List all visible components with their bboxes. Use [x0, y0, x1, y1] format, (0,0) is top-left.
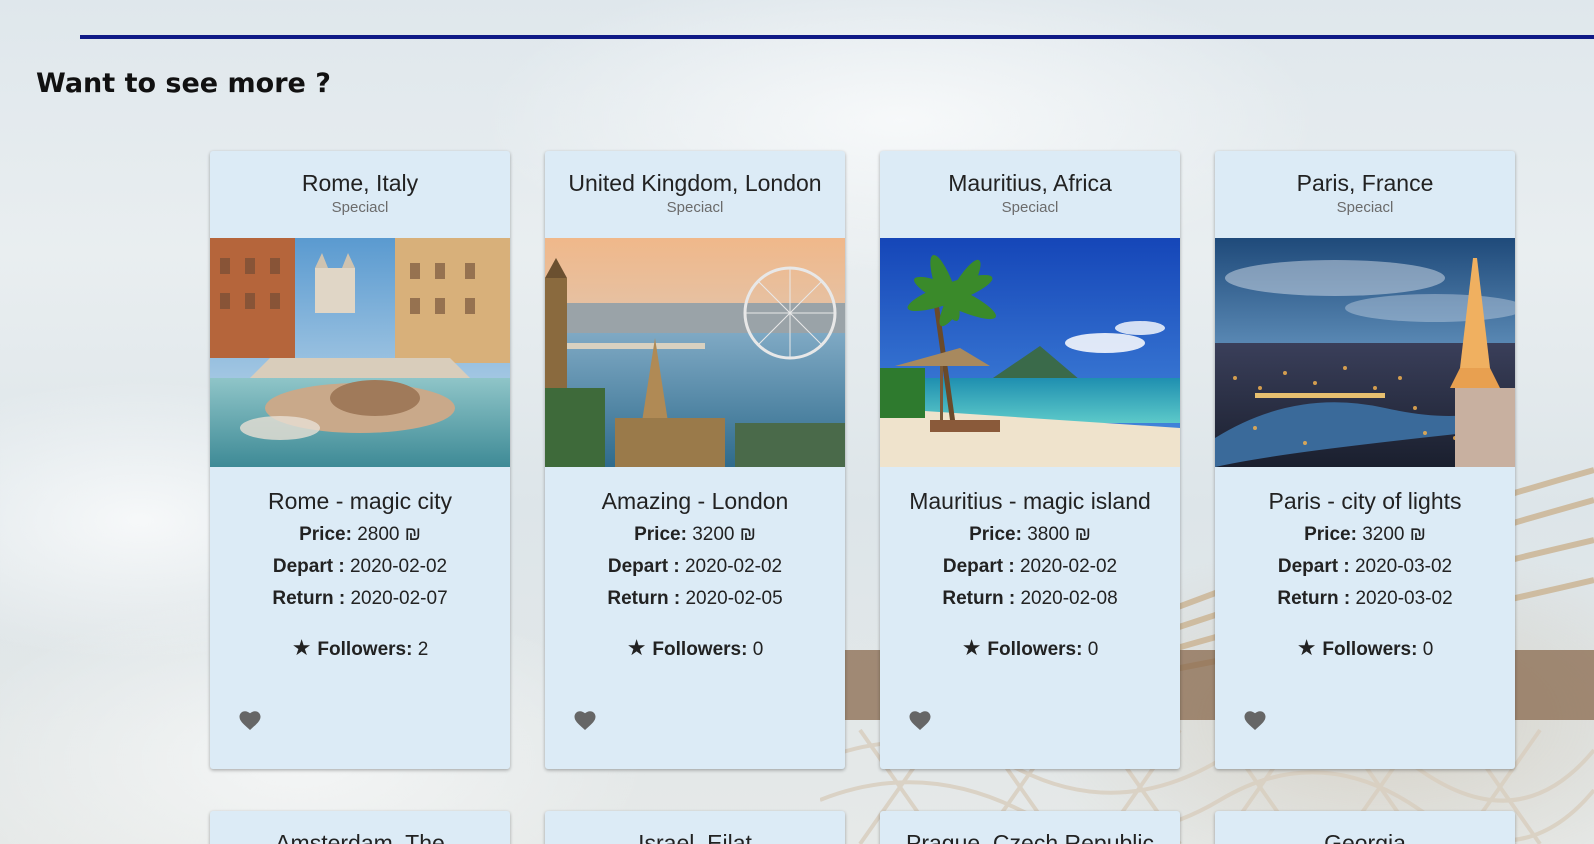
- followers-line: ★ Followers: 0: [880, 633, 1180, 665]
- card-subtitle: Speciacl: [331, 199, 389, 216]
- price-line: Price: 3800 ₪: [880, 519, 1180, 551]
- price-line: Price: 3200 ₪: [545, 519, 845, 551]
- depart-line: Depart : 2020-03-02: [1215, 551, 1515, 583]
- depart-label: Depart :: [942, 556, 1015, 577]
- return-value: 2020-02-08: [1020, 588, 1118, 609]
- card-header: Rome, Italy Speciacl: [210, 151, 510, 238]
- trip-name: Amazing - London: [601, 488, 789, 514]
- price-label: Price:: [634, 524, 687, 545]
- card-title: Rome, Italy: [301, 170, 419, 196]
- depart-value: 2020-02-02: [684, 556, 783, 577]
- depart-line: Depart : 2020-02-02: [210, 551, 510, 583]
- card-title: Prague, Czech Republic: [905, 830, 1155, 844]
- followers-count: 0: [1422, 639, 1434, 660]
- depart-line: Depart : 2020-02-02: [545, 551, 845, 583]
- followers-label: Followers:: [652, 639, 748, 660]
- heart-icon[interactable]: [908, 709, 932, 731]
- vacation-card: United Kingdom, London Speciacl Amazing …: [545, 151, 845, 769]
- price-value: 3800 ₪: [1027, 524, 1091, 545]
- followers-line: ★ Followers: 0: [545, 633, 845, 665]
- star-icon: ★: [1296, 635, 1317, 660]
- trip-name: Mauritius - magic island: [909, 488, 1151, 514]
- return-line: Return : 2020-02-08: [880, 583, 1180, 615]
- card-body: Amazing - London Price: 3200 ₪ Depart : …: [545, 467, 845, 665]
- card-body: Paris - city of lights Price: 3200 ₪ Dep…: [1215, 467, 1515, 665]
- card-title: Georgia: [1324, 830, 1406, 844]
- price-value: 2800 ₪: [357, 524, 421, 545]
- return-line: Return : 2020-02-05: [545, 583, 845, 615]
- card-subtitle: Speciacl: [666, 199, 724, 216]
- followers-count: 0: [1087, 639, 1099, 660]
- card-header: Mauritius, Africa Speciacl: [880, 151, 1180, 238]
- trip-name: Rome - magic city: [267, 488, 453, 514]
- price-line: Price: 3200 ₪: [1215, 519, 1515, 551]
- section-title: Want to see more ?: [36, 68, 331, 99]
- card-subtitle: Speciacl: [1336, 199, 1394, 216]
- depart-value: 2020-02-02: [349, 556, 448, 577]
- return-value: 2020-02-07: [350, 588, 448, 609]
- vacation-card: Mauritius, Africa Speciacl Mauritius - m…: [880, 151, 1180, 769]
- price-label: Price:: [969, 524, 1022, 545]
- vacation-card: Prague, Czech Republic: [880, 811, 1180, 844]
- card-body: Mauritius - magic island Price: 3800 ₪ D…: [880, 467, 1180, 665]
- followers-label: Followers:: [1322, 639, 1418, 660]
- depart-line: Depart : 2020-02-02: [880, 551, 1180, 583]
- followers-line: ★ Followers: 2: [210, 633, 510, 665]
- price-value: 3200 ₪: [1362, 524, 1426, 545]
- card-title: Paris, France: [1296, 170, 1434, 196]
- vacation-card: Rome, Italy Speciacl Rome - magic city P…: [210, 151, 510, 769]
- card-image-paris: [1215, 238, 1515, 467]
- heart-icon[interactable]: [238, 709, 262, 731]
- followers-count: 2: [417, 639, 429, 660]
- vacation-card: Israel, Eilat: [545, 811, 845, 844]
- card-header: United Kingdom, London Speciacl: [545, 151, 845, 238]
- trip-name: Paris - city of lights: [1268, 488, 1462, 514]
- depart-value: 2020-03-02: [1354, 556, 1453, 577]
- price-label: Price:: [1304, 524, 1357, 545]
- depart-value: 2020-02-02: [1019, 556, 1118, 577]
- card-image-rome: [210, 238, 510, 467]
- followers-label: Followers:: [987, 639, 1083, 660]
- return-label: Return :: [607, 588, 681, 609]
- depart-label: Depart :: [1277, 556, 1350, 577]
- return-value: 2020-03-02: [1355, 588, 1453, 609]
- vacation-card: Georgia: [1215, 811, 1515, 844]
- card-subtitle: Speciacl: [1001, 199, 1059, 216]
- return-line: Return : 2020-03-02: [1215, 583, 1515, 615]
- card-title: Mauritius, Africa: [948, 170, 1112, 196]
- followers-line: ★ Followers: 0: [1215, 633, 1515, 665]
- price-line: Price: 2800 ₪: [210, 519, 510, 551]
- depart-label: Depart :: [607, 556, 680, 577]
- star-icon: ★: [626, 635, 647, 660]
- card-title: United Kingdom, London: [568, 170, 822, 196]
- return-value: 2020-02-05: [685, 588, 783, 609]
- price-label: Price:: [299, 524, 352, 545]
- vacation-card: Amsterdam, The: [210, 811, 510, 844]
- star-icon: ★: [961, 635, 982, 660]
- card-image-mauritius: [880, 238, 1180, 467]
- price-value: 3200 ₪: [692, 524, 756, 545]
- depart-label: Depart :: [272, 556, 345, 577]
- return-line: Return : 2020-02-07: [210, 583, 510, 615]
- followers-count: 0: [752, 639, 764, 660]
- return-label: Return :: [272, 588, 346, 609]
- heart-icon[interactable]: [1243, 709, 1267, 731]
- card-body: Rome - magic city Price: 2800 ₪ Depart :…: [210, 467, 510, 665]
- followers-label: Followers:: [317, 639, 413, 660]
- return-label: Return :: [1277, 588, 1351, 609]
- top-divider: [80, 35, 1594, 39]
- card-header: Paris, France Speciacl: [1215, 151, 1515, 238]
- card-title: Amsterdam, The: [275, 830, 445, 844]
- vacation-card: Paris, France Speciacl Paris - city of l…: [1215, 151, 1515, 769]
- star-icon: ★: [291, 635, 312, 660]
- return-label: Return :: [942, 588, 1016, 609]
- heart-icon[interactable]: [573, 709, 597, 731]
- card-image-london: [545, 238, 845, 467]
- card-title: Israel, Eilat: [638, 830, 752, 844]
